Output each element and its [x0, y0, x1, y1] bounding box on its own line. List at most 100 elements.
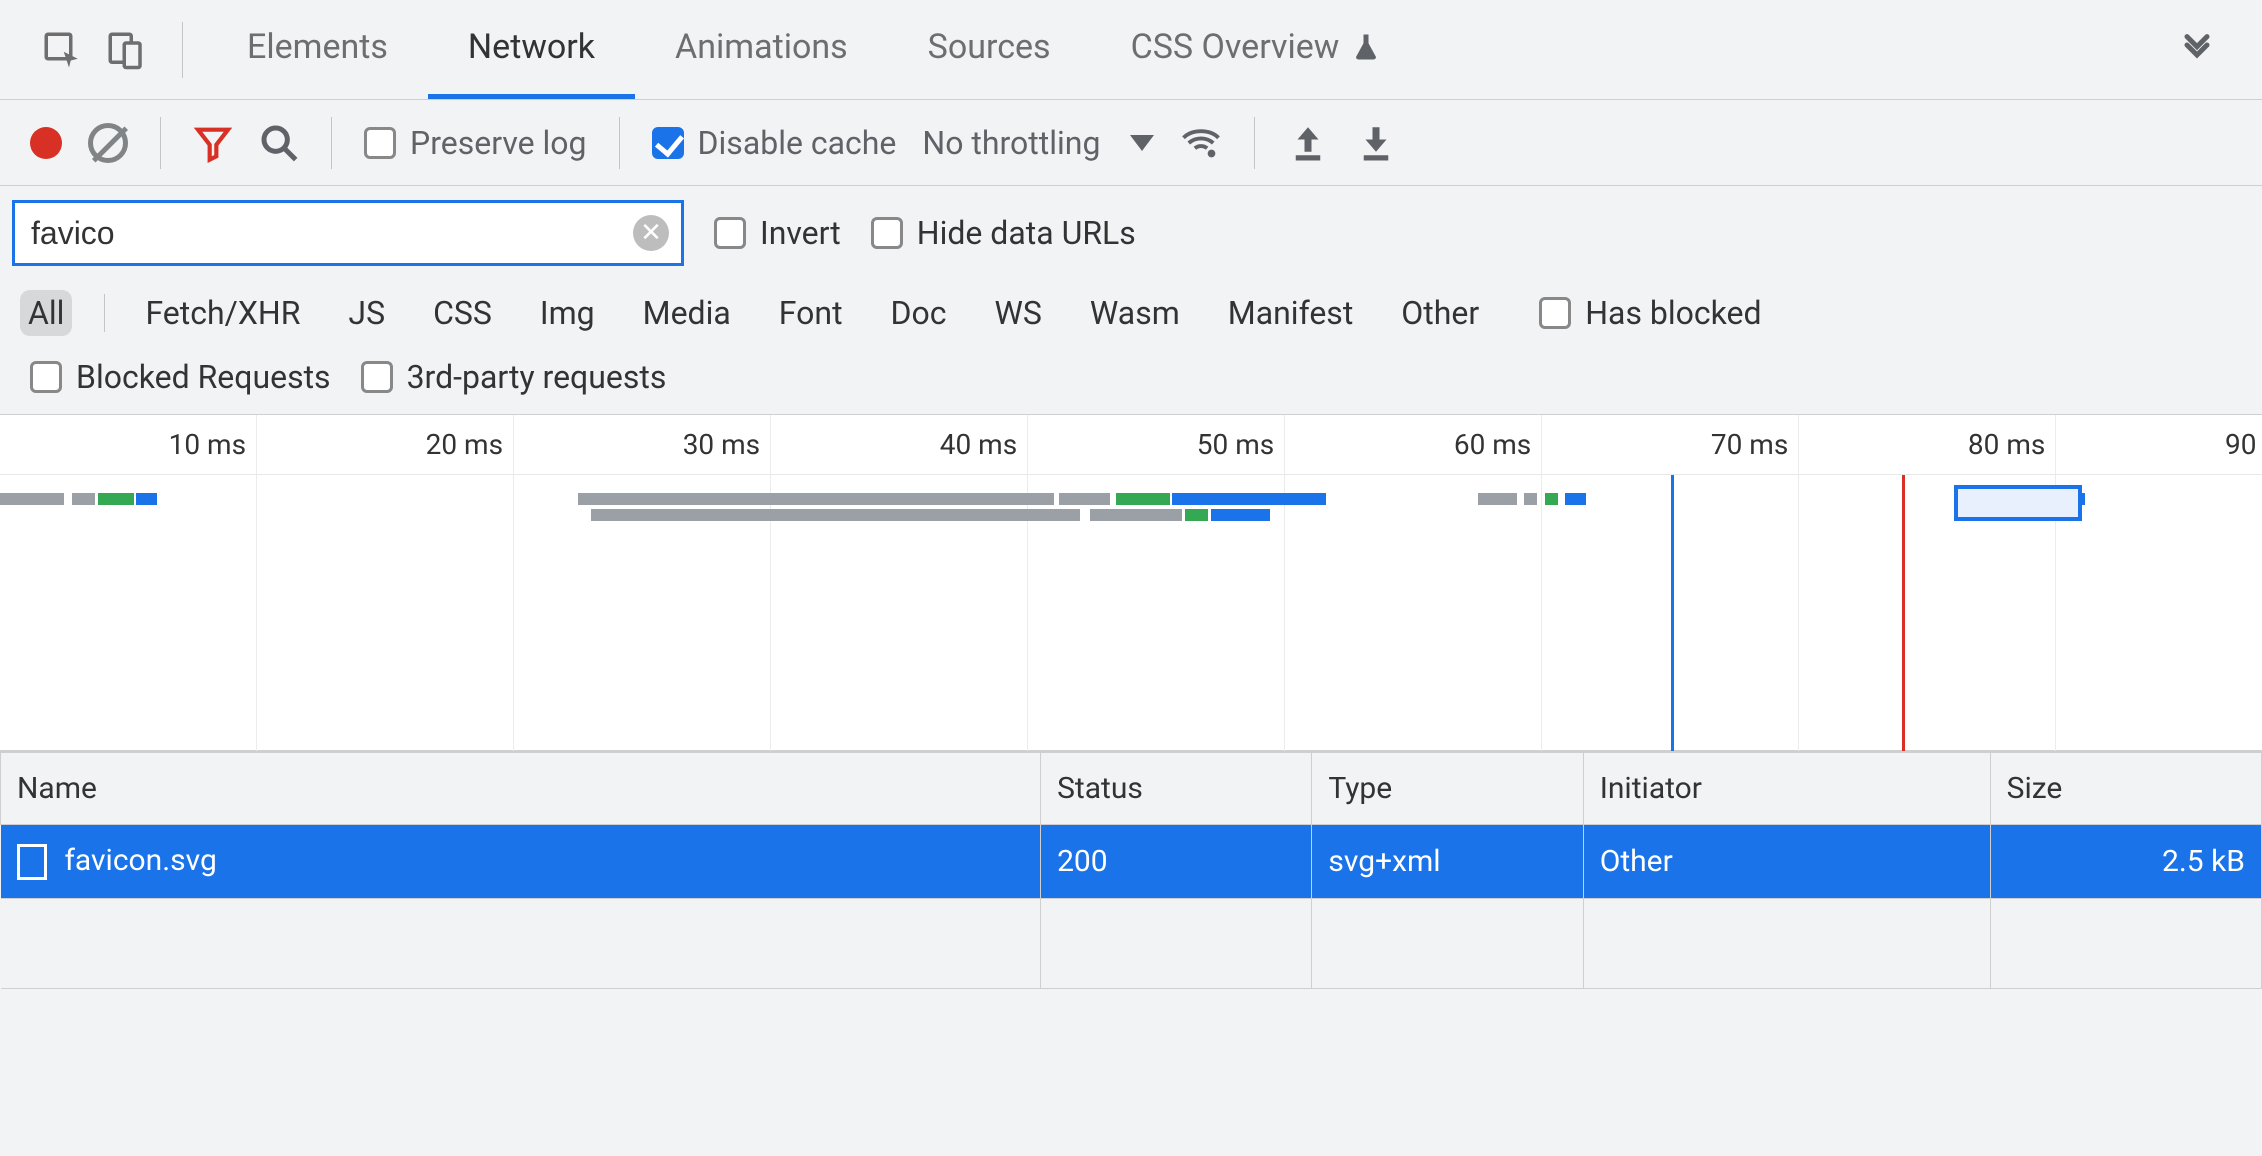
requests-table: NameStatusTypeInitiatorSize favicon.svg2…: [0, 751, 2262, 989]
network-conditions-icon[interactable]: [1180, 122, 1222, 164]
tab-animations[interactable]: Animations: [635, 0, 888, 99]
type-filter-all[interactable]: All: [20, 290, 72, 336]
tab-elements[interactable]: Elements: [207, 0, 428, 99]
tab-label: Network: [468, 27, 595, 67]
beaker-icon: [1351, 30, 1381, 64]
device-toolbar-icon[interactable]: [94, 0, 158, 99]
cell: favicon.svg: [1, 825, 1041, 899]
overview-bar: [578, 493, 1054, 505]
type-filter-js[interactable]: JS: [340, 290, 393, 336]
type-filter-media[interactable]: Media: [635, 290, 739, 336]
column-header-type[interactable]: Type: [1312, 752, 1583, 825]
separator: [160, 117, 161, 169]
disable-cache-label: Disable cache: [698, 124, 897, 162]
file-icon: [17, 844, 47, 880]
cell: Other: [1583, 825, 1990, 899]
type-filter-fetch-xhr[interactable]: Fetch/XHR: [137, 290, 308, 336]
type-filter-manifest[interactable]: Manifest: [1220, 290, 1362, 336]
has-blocked-checkbox[interactable]: Has blocked: [1539, 294, 1761, 332]
type-filter-font[interactable]: Font: [771, 290, 851, 336]
throttling-select[interactable]: No throttling: [922, 124, 1154, 162]
separator: [182, 22, 183, 78]
secondary-filters: Blocked Requests 3rd-party requests: [0, 348, 2262, 415]
separator: [1254, 117, 1255, 169]
overview-bar: [136, 493, 157, 505]
timeline-axis: 10 ms20 ms30 ms40 ms50 ms60 ms70 ms80 ms…: [0, 415, 2262, 475]
overview-bar: [1524, 493, 1537, 505]
preserve-log-label: Preserve log: [410, 124, 587, 162]
search-icon[interactable]: [259, 123, 299, 163]
overview-bar: [0, 493, 64, 505]
invert-label: Invert: [760, 214, 841, 252]
separator: [104, 294, 105, 332]
type-filter-ws[interactable]: WS: [987, 290, 1050, 336]
column-header-name[interactable]: Name: [1, 752, 1041, 825]
hide-data-urls-checkbox[interactable]: Hide data URLs: [871, 214, 1136, 252]
load-event-marker: [1902, 475, 1905, 751]
tab-label: Animations: [675, 27, 848, 67]
column-header-initiator[interactable]: Initiator: [1583, 752, 1990, 825]
tab-label: Elements: [247, 27, 388, 67]
has-blocked-label: Has blocked: [1585, 294, 1761, 332]
filter-bar: ✕ Invert Hide data URLs: [0, 186, 2262, 280]
overview-bar: [1116, 493, 1170, 505]
overview-bar: [1059, 493, 1110, 505]
overview-bar: [1478, 493, 1517, 505]
overview-bar: [1211, 509, 1270, 521]
filter-input-wrap[interactable]: ✕: [12, 200, 684, 266]
tab-network[interactable]: Network: [428, 0, 635, 99]
filter-input[interactable]: [31, 215, 633, 252]
waterfall-overview[interactable]: 10 ms20 ms30 ms40 ms50 ms60 ms70 ms80 ms…: [0, 415, 2262, 751]
filter-toggle-icon[interactable]: [193, 123, 233, 163]
clear-button[interactable]: [88, 123, 128, 163]
import-har-icon[interactable]: [1287, 122, 1329, 164]
column-header-status[interactable]: Status: [1041, 752, 1312, 825]
tab-sources[interactable]: Sources: [888, 0, 1091, 99]
preserve-log-checkbox[interactable]: Preserve log: [364, 124, 587, 162]
tabs-container: Elements Network Animations Sources CSS Over…: [207, 0, 1421, 99]
third-party-label: 3rd-party requests: [407, 358, 667, 396]
timeline-body: [0, 475, 2262, 751]
type-filter-doc[interactable]: Doc: [883, 290, 955, 336]
cell: svg+xml: [1312, 825, 1583, 899]
invert-checkbox[interactable]: Invert: [714, 214, 841, 252]
domcontentloaded-marker: [1671, 475, 1674, 751]
separator: [331, 117, 332, 169]
type-filter-img[interactable]: Img: [532, 290, 603, 336]
overview-bar: [72, 493, 95, 505]
type-filter-wasm[interactable]: Wasm: [1082, 290, 1188, 336]
tab-label: CSS Overview: [1131, 27, 1340, 67]
overview-bar: [1565, 493, 1586, 505]
record-button[interactable]: [30, 127, 62, 159]
tab-css-overview[interactable]: CSS Overview: [1091, 0, 1422, 99]
network-toolbar: Preserve log Disable cache No throttling: [0, 100, 2262, 186]
separator: [619, 117, 620, 169]
timeline-tick: 90 ms: [0, 415, 2262, 474]
blocked-requests-label: Blocked Requests: [76, 358, 331, 396]
more-tabs-icon[interactable]: [2162, 0, 2232, 99]
timeline-selection[interactable]: [1954, 485, 2083, 521]
chevron-down-icon: [1130, 135, 1154, 151]
tab-label: Sources: [928, 27, 1051, 67]
type-filter-css[interactable]: CSS: [425, 290, 500, 336]
overview-bar: [591, 509, 1079, 521]
third-party-checkbox[interactable]: 3rd-party requests: [361, 358, 667, 396]
throttling-label: No throttling: [922, 124, 1100, 162]
overview-bar: [98, 493, 134, 505]
export-har-icon[interactable]: [1355, 122, 1397, 164]
cell: 2.5 kB: [1990, 825, 2261, 899]
blocked-requests-checkbox[interactable]: Blocked Requests: [30, 358, 331, 396]
type-filter-other[interactable]: Other: [1393, 290, 1487, 336]
overview-bar: [1090, 509, 1183, 521]
overview-bar: [1172, 493, 1326, 505]
hide-data-urls-label: Hide data URLs: [917, 214, 1136, 252]
overview-bar: [1185, 509, 1208, 521]
overview-bar: [1545, 493, 1558, 505]
resource-type-filters: All Fetch/XHR JS CSS Img Media Font Doc WS Wasm Ma…: [0, 280, 2262, 348]
request-row[interactable]: favicon.svg200svg+xmlOther2.5 kB: [1, 825, 2262, 899]
cell: 200: [1041, 825, 1312, 899]
clear-filter-icon[interactable]: ✕: [633, 215, 669, 251]
column-header-size[interactable]: Size: [1990, 752, 2261, 825]
inspect-element-icon[interactable]: [30, 0, 94, 99]
disable-cache-checkbox[interactable]: Disable cache: [652, 124, 897, 162]
